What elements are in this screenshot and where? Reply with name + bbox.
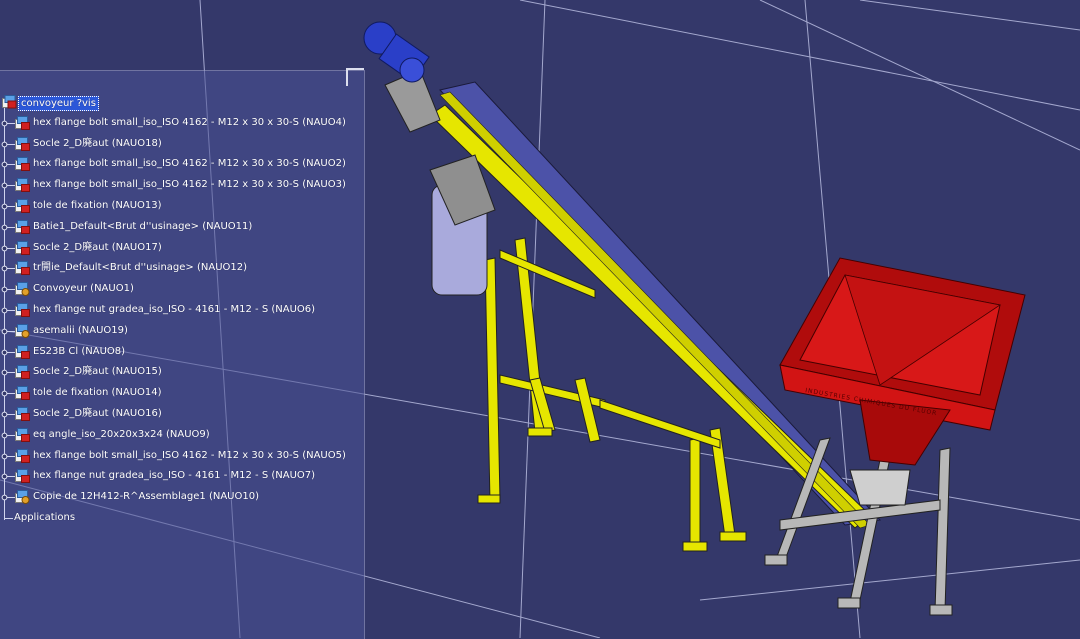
tree-expand-toggle[interactable] xyxy=(0,196,16,217)
part-icon xyxy=(15,406,30,421)
part-icon xyxy=(15,448,30,463)
tree-node-label: Socle 2_D廃aut (NAUO17) xyxy=(33,241,162,253)
tree-node-label: Convoyeur (NAUO1) xyxy=(33,283,134,295)
tree-expand-toggle[interactable] xyxy=(0,258,16,279)
tree-root-label: convoyeur ?vis xyxy=(18,96,99,111)
tree-expand-toggle[interactable] xyxy=(0,238,16,259)
tree-node[interactable]: Socle 2_D廃aut (NAUO15) xyxy=(0,362,364,383)
tree-node[interactable]: Socle 2_D廃aut (NAUO18) xyxy=(0,134,364,155)
tree-expand-toggle[interactable] xyxy=(0,466,16,487)
tree-node[interactable]: tr開ie_Default<Brut d''usinage> (NAUO12) xyxy=(0,258,364,279)
tree-node[interactable]: Socle 2_D廃aut (NAUO17) xyxy=(0,238,364,259)
tree-applications-node[interactable]: Applications xyxy=(0,508,364,529)
tree-expand-toggle[interactable] xyxy=(0,217,16,238)
tree-expand-toggle[interactable] xyxy=(0,113,16,134)
tree-node-label: tr開ie_Default<Brut d''usinage> (NAUO12) xyxy=(33,262,248,274)
tree-node-label: Socle 2_D廃aut (NAUO18) xyxy=(33,137,162,149)
tree-node-label: hex flange nut gradea_iso_ISO - 4161 - M… xyxy=(33,470,316,482)
applications-label: Applications xyxy=(14,511,76,523)
tree-node[interactable]: Copie de 12H412-R^Assemblage1 (NAUO10) xyxy=(0,487,364,508)
tree-node-label: tole de fixation (NAUO13) xyxy=(33,199,162,211)
hopper[interactable]: INDUSTRIES CHIMIQUES DU FLUOR xyxy=(779,257,1026,466)
subassembly-icon xyxy=(15,282,30,297)
tree-node-label: tole de fixation (NAUO14) xyxy=(33,387,162,399)
tree-expand-toggle[interactable] xyxy=(0,383,16,404)
part-icon xyxy=(15,178,30,193)
part-icon xyxy=(15,427,30,442)
tank[interactable] xyxy=(429,154,496,296)
tree-node-label: ES23B Cl (NAUO8) xyxy=(33,345,126,357)
tree-node[interactable]: tole de fixation (NAUO14) xyxy=(0,383,364,404)
subassembly-icon xyxy=(15,323,30,338)
part-icon xyxy=(15,157,30,172)
tree-expand-toggle[interactable] xyxy=(0,175,16,196)
part-icon xyxy=(15,469,30,484)
part-icon xyxy=(15,219,30,234)
tree-node-label: Socle 2_D廃aut (NAUO15) xyxy=(33,366,162,378)
part-icon xyxy=(15,136,30,151)
tree-node[interactable]: Batie1_Default<Brut d''usinage> (NAUO11) xyxy=(0,217,364,238)
tree-node[interactable]: tole de fixation (NAUO13) xyxy=(0,196,364,217)
tree-node[interactable]: Convoyeur (NAUO1) xyxy=(0,279,364,300)
tree-node[interactable]: hex flange bolt small_iso_ISO 4162 - M12… xyxy=(0,175,364,196)
tree-node-label: hex flange bolt small_iso_ISO 4162 - M12… xyxy=(33,116,346,128)
tree-expand-toggle[interactable] xyxy=(0,487,16,508)
tree-expand-toggle[interactable] xyxy=(0,300,16,321)
part-icon xyxy=(15,198,30,213)
part-icon xyxy=(15,115,30,130)
tree-expand-toggle[interactable] xyxy=(0,154,16,175)
part-icon xyxy=(15,386,30,401)
part-icon xyxy=(15,302,30,317)
tree-node-label: hex flange nut gradea_iso_ISO - 4161 - M… xyxy=(33,303,316,315)
tree-node-label: Batie1_Default<Brut d''usinage> (NAUO11) xyxy=(33,220,253,232)
specification-tree: convoyeur ?vis hex flange bolt small_iso… xyxy=(0,92,364,529)
tree-node-label: asemalii (NAUO19) xyxy=(33,324,128,336)
tree-node-label: hex flange bolt small_iso_ISO 4162 - M12… xyxy=(33,179,346,191)
tree-expand-toggle[interactable] xyxy=(0,321,16,342)
tree-root-node[interactable]: convoyeur ?vis xyxy=(0,92,364,113)
tree-node[interactable]: hex flange bolt small_iso_ISO 4162 - M12… xyxy=(0,446,364,467)
panel-corner-handle[interactable] xyxy=(346,68,364,86)
tree-node-label: Copie de 12H412-R^Assemblage1 (NAUO10) xyxy=(33,491,259,503)
tree-node[interactable]: hex flange bolt small_iso_ISO 4162 - M12… xyxy=(0,113,364,134)
tree-node[interactable]: Socle 2_D廃aut (NAUO16) xyxy=(0,404,364,425)
tree-node[interactable]: ES23B Cl (NAUO8) xyxy=(0,342,364,363)
part-icon xyxy=(15,344,30,359)
part-icon xyxy=(15,240,30,255)
tree-node-label: eq angle_iso_20x20x3x24 (NAUO9) xyxy=(33,428,210,440)
part-icon xyxy=(15,365,30,380)
tree-expand-toggle[interactable] xyxy=(0,404,16,425)
tree-node[interactable]: hex flange bolt small_iso_ISO 4162 - M12… xyxy=(0,154,364,175)
motor[interactable] xyxy=(363,21,441,133)
tree-expand-toggle[interactable] xyxy=(0,425,16,446)
tree-node-label: hex flange bolt small_iso_ISO 4162 - M12… xyxy=(33,158,346,170)
part-icon xyxy=(15,261,30,276)
tree-node-label: Socle 2_D廃aut (NAUO16) xyxy=(33,407,162,419)
tree-node-label: hex flange bolt small_iso_ISO 4162 - M12… xyxy=(33,449,346,461)
product-icon xyxy=(2,95,17,109)
tree-node[interactable]: asemalii (NAUO19) xyxy=(0,321,364,342)
tree-expand-toggle[interactable] xyxy=(0,279,16,300)
tree-node[interactable]: hex flange nut gradea_iso_ISO - 4161 - M… xyxy=(0,300,364,321)
tree-node[interactable]: hex flange nut gradea_iso_ISO - 4161 - M… xyxy=(0,466,364,487)
subassembly-icon xyxy=(15,490,30,505)
tree-expand-toggle[interactable] xyxy=(0,446,16,467)
tree-expand-toggle[interactable] xyxy=(0,134,16,155)
tree-node[interactable]: eq angle_iso_20x20x3x24 (NAUO9) xyxy=(0,425,364,446)
tree-expand-toggle[interactable] xyxy=(0,362,16,383)
tree-expand-toggle[interactable] xyxy=(0,342,16,363)
